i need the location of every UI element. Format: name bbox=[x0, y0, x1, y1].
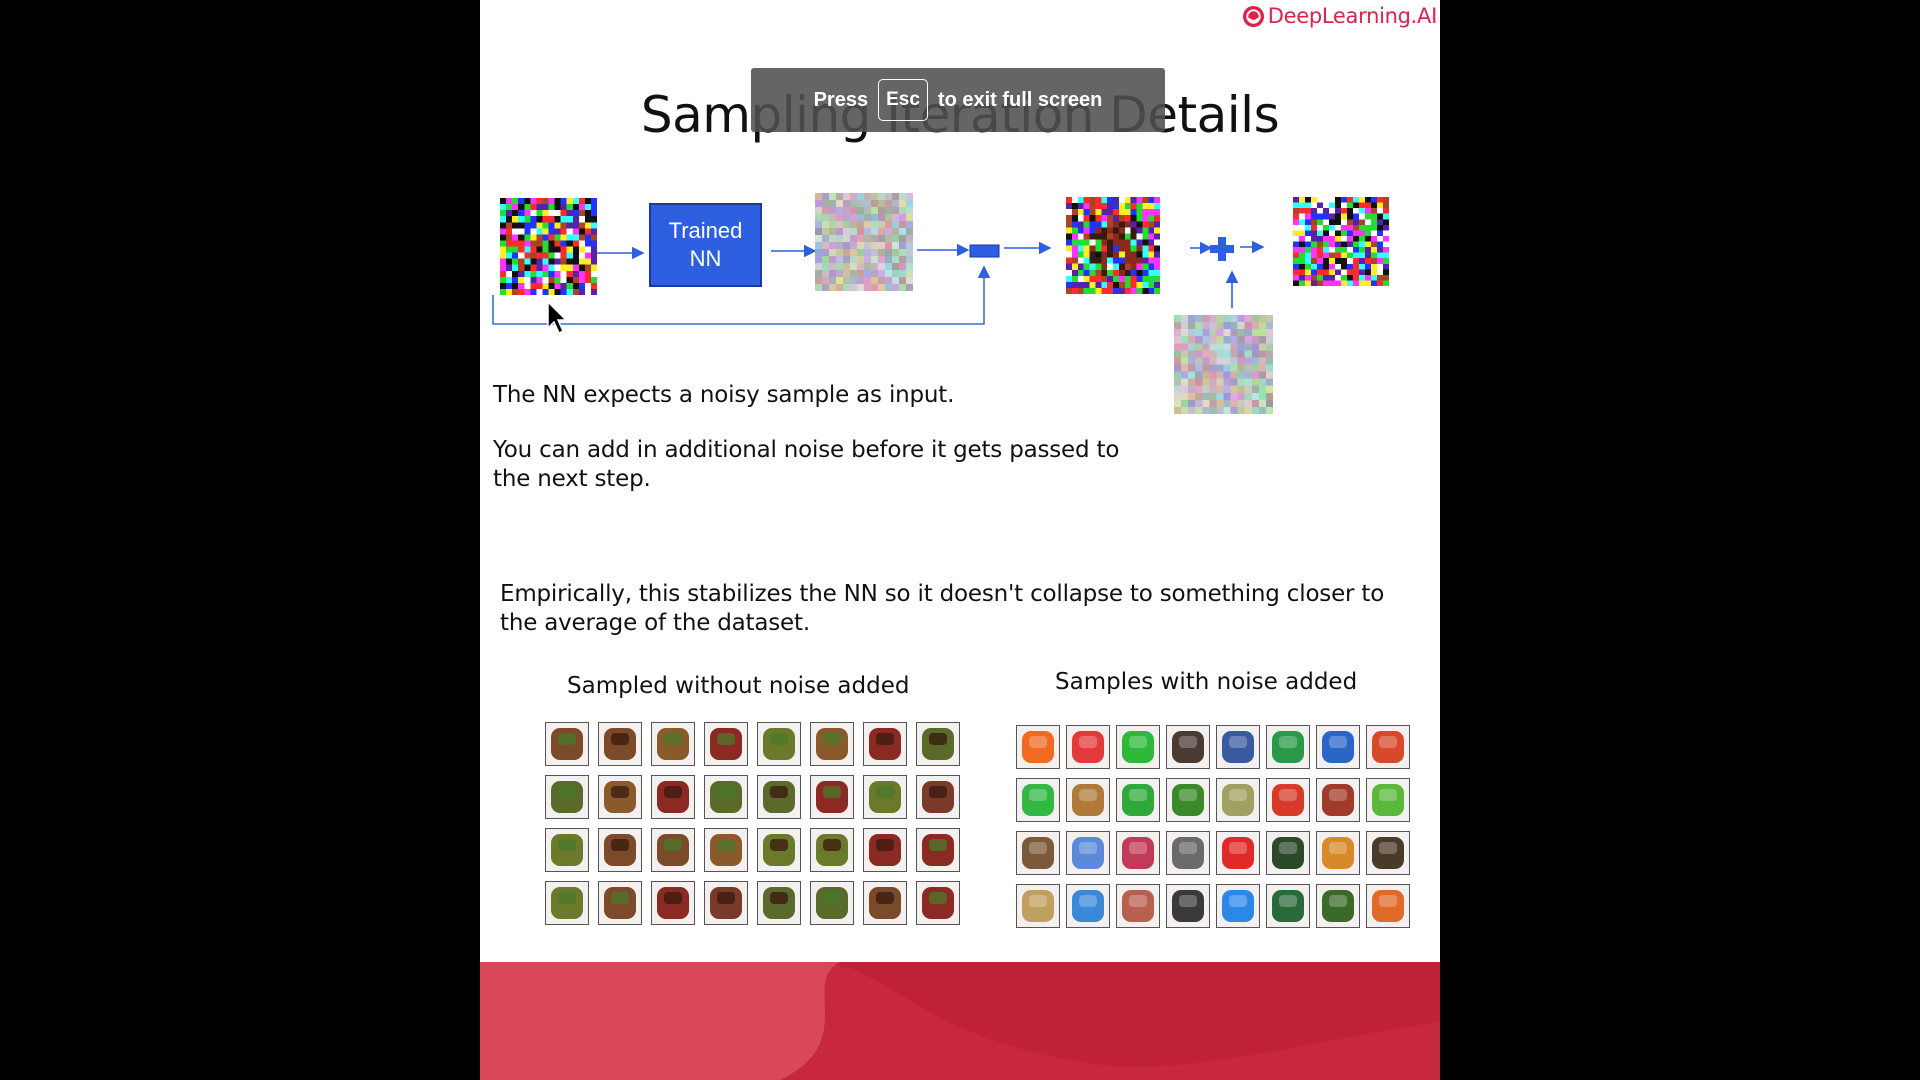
sample-with-noise-thumbnail bbox=[1266, 725, 1310, 769]
sample-without-noise-thumbnail bbox=[545, 828, 589, 872]
sample-with-noise-thumbnail bbox=[1166, 725, 1210, 769]
predicted-noise-image bbox=[815, 193, 913, 291]
brand-logo: DeepLearning.AI bbox=[1242, 4, 1437, 28]
sample-with-noise-thumbnail bbox=[1016, 778, 1060, 822]
text-add-noise: You can add in additional noise before i… bbox=[493, 437, 1120, 492]
sample-without-noise-thumbnail bbox=[916, 881, 960, 925]
sample-with-noise-thumbnail bbox=[1266, 831, 1310, 875]
slide: DeepLearning.AI Sampling Iteration Detai… bbox=[480, 0, 1440, 1080]
sample-with-noise-thumbnail bbox=[1316, 725, 1360, 769]
sample-with-noise-thumbnail bbox=[1016, 831, 1060, 875]
fullscreen-toast: Press Esc to exit full screen bbox=[751, 68, 1165, 132]
toast-rest: to exit full screen bbox=[937, 88, 1103, 111]
text-nn-expects: The NN expects a noisy sample as input. bbox=[493, 382, 955, 408]
sample-without-noise-thumbnail bbox=[810, 722, 854, 766]
sample-with-noise-thumbnail bbox=[1166, 884, 1210, 928]
brand-name: DeepLearning.AI bbox=[1267, 4, 1438, 28]
mouse-cursor-icon bbox=[547, 301, 568, 335]
added-noise-image bbox=[1174, 315, 1273, 414]
sample-without-noise-thumbnail bbox=[651, 881, 695, 925]
sample-without-noise-thumbnail bbox=[598, 722, 642, 766]
sample-with-noise-thumbnail bbox=[1366, 884, 1410, 928]
sample-with-noise-thumbnail bbox=[1116, 831, 1160, 875]
footer-wave bbox=[480, 962, 1440, 1080]
sample-without-noise-thumbnail bbox=[651, 722, 695, 766]
sample-without-noise-thumbnail bbox=[704, 775, 748, 819]
sample-without-noise-thumbnail bbox=[863, 828, 907, 872]
sample-without-noise-thumbnail bbox=[916, 775, 960, 819]
sample-with-noise-thumbnail bbox=[1366, 725, 1410, 769]
sample-without-noise-thumbnail bbox=[704, 828, 748, 872]
sample-without-noise-thumbnail bbox=[598, 775, 642, 819]
sample-without-noise-thumbnail bbox=[757, 881, 801, 925]
sample-without-noise-thumbnail bbox=[545, 881, 589, 925]
samples-without-noise-grid bbox=[545, 722, 960, 925]
right-grid-title: Samples with noise added bbox=[1055, 669, 1358, 695]
noisy-input-image bbox=[500, 198, 597, 295]
sample-without-noise-thumbnail bbox=[863, 881, 907, 925]
sample-with-noise-thumbnail bbox=[1366, 831, 1410, 875]
plus-operator bbox=[1210, 237, 1234, 261]
sample-with-noise-thumbnail bbox=[1216, 831, 1260, 875]
sample-without-noise-thumbnail bbox=[916, 828, 960, 872]
sample-without-noise-thumbnail bbox=[916, 722, 960, 766]
sample-with-noise-thumbnail bbox=[1066, 778, 1110, 822]
sample-with-noise-thumbnail bbox=[1216, 884, 1260, 928]
sample-without-noise-thumbnail bbox=[810, 828, 854, 872]
sample-with-noise-thumbnail bbox=[1316, 831, 1360, 875]
sample-with-noise-thumbnail bbox=[1266, 778, 1310, 822]
deeplearning-logo-icon bbox=[1242, 5, 1264, 27]
text-empirically: Empirically, this stabilizes the NN so i… bbox=[500, 581, 1385, 636]
sample-without-noise-thumbnail bbox=[757, 775, 801, 819]
sample-with-noise-thumbnail bbox=[1216, 725, 1260, 769]
output-noisy-image bbox=[1293, 197, 1389, 286]
sample-without-noise-thumbnail bbox=[598, 881, 642, 925]
sample-with-noise-thumbnail bbox=[1016, 884, 1060, 928]
sample-with-noise-thumbnail bbox=[1266, 884, 1310, 928]
left-grid-title: Sampled without noise added bbox=[567, 673, 910, 699]
sample-without-noise-thumbnail bbox=[704, 881, 748, 925]
sample-without-noise-thumbnail bbox=[757, 722, 801, 766]
sample-with-noise-thumbnail bbox=[1116, 884, 1160, 928]
sample-without-noise-thumbnail bbox=[651, 775, 695, 819]
sample-with-noise-thumbnail bbox=[1316, 884, 1360, 928]
esc-key[interactable]: Esc bbox=[878, 79, 928, 121]
sample-with-noise-thumbnail bbox=[1066, 884, 1110, 928]
sample-with-noise-thumbnail bbox=[1366, 778, 1410, 822]
sample-with-noise-thumbnail bbox=[1066, 831, 1110, 875]
sample-without-noise-thumbnail bbox=[651, 828, 695, 872]
minus-operator bbox=[969, 244, 1000, 258]
denoised-result-image bbox=[1066, 197, 1160, 294]
toast-press: Press bbox=[813, 88, 869, 111]
sample-with-noise-thumbnail bbox=[1316, 778, 1360, 822]
sample-without-noise-thumbnail bbox=[757, 828, 801, 872]
sample-without-noise-thumbnail bbox=[863, 722, 907, 766]
sample-with-noise-thumbnail bbox=[1116, 725, 1160, 769]
sample-with-noise-thumbnail bbox=[1166, 778, 1210, 822]
sample-without-noise-thumbnail bbox=[545, 722, 589, 766]
sample-with-noise-thumbnail bbox=[1166, 831, 1210, 875]
sample-with-noise-thumbnail bbox=[1066, 725, 1110, 769]
sample-with-noise-thumbnail bbox=[1016, 725, 1060, 769]
sample-without-noise-thumbnail bbox=[598, 828, 642, 872]
sample-without-noise-thumbnail bbox=[810, 775, 854, 819]
footer-banner bbox=[480, 962, 1440, 1080]
sample-without-noise-thumbnail bbox=[545, 775, 589, 819]
sample-without-noise-thumbnail bbox=[810, 881, 854, 925]
sample-with-noise-thumbnail bbox=[1216, 778, 1260, 822]
sample-with-noise-thumbnail bbox=[1116, 778, 1160, 822]
sample-without-noise-thumbnail bbox=[863, 775, 907, 819]
trained-nn-box: Trained NN bbox=[649, 203, 762, 287]
samples-with-noise-grid bbox=[1016, 725, 1410, 928]
sample-without-noise-thumbnail bbox=[704, 722, 748, 766]
